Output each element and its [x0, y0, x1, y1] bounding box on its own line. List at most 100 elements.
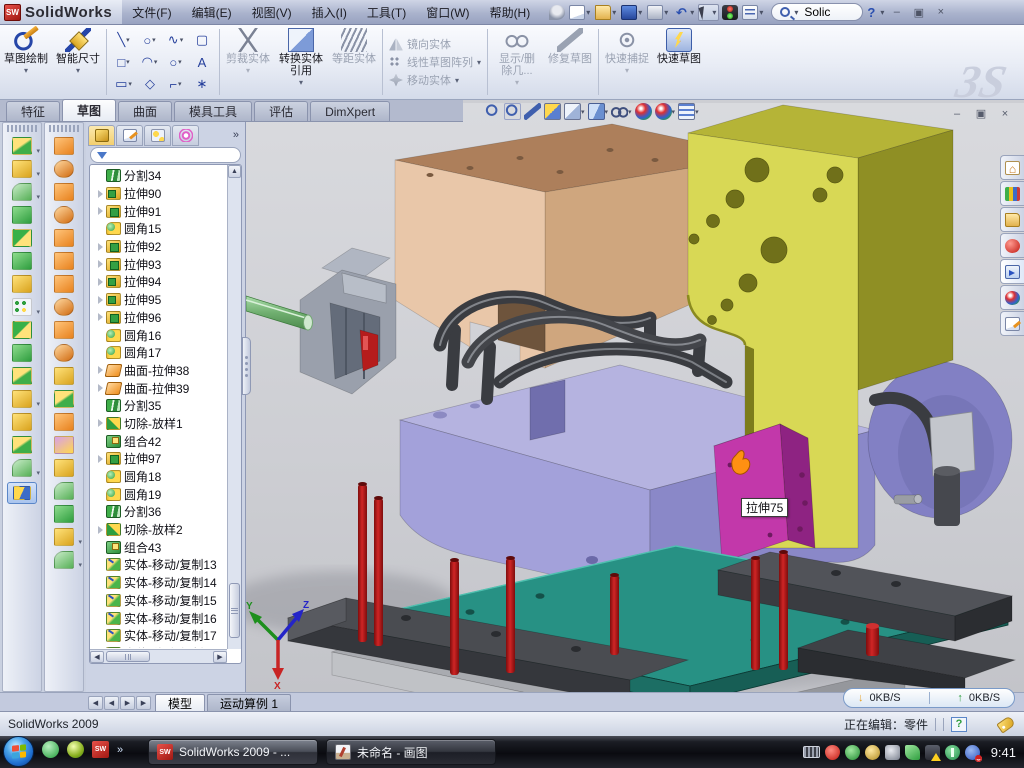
doc-restore-button[interactable]: ▣ [972, 106, 990, 121]
tree-item[interactable]: 组合43 [90, 538, 227, 556]
tree-item[interactable]: 实体-移动/复制15 [90, 592, 227, 610]
smart-dimension-dropdown-icon[interactable]: ▾ [76, 66, 80, 75]
expand-arrow-icon[interactable] [98, 260, 103, 268]
tab-nav-button-0[interactable]: ◀ [88, 696, 103, 710]
tree-item[interactable]: 拉伸97 [90, 450, 227, 468]
hide-show-items-dropdown-icon[interactable]: ▾ [628, 108, 632, 116]
tree-item[interactable]: 曲面-拉伸38 [90, 362, 227, 380]
circle-tool-dropdown-icon[interactable]: ▾ [152, 36, 156, 44]
spline-tool-button[interactable]: ∿▾ [163, 29, 189, 51]
tree-filter-input[interactable] [90, 147, 241, 163]
expand-arrow-icon[interactable] [98, 526, 103, 534]
undo-button[interactable]: ↶▾ [672, 4, 696, 21]
core-button[interactable] [45, 502, 83, 525]
smart-dimension-button[interactable]: 智能尺寸 ▾ [52, 25, 104, 99]
apply-scene-dropdown-icon[interactable]: ▾ [672, 108, 676, 116]
select-cursor-button[interactable]: ▾ [698, 4, 719, 21]
reference-plane-button[interactable] [3, 410, 41, 433]
toolbar-drag-handle[interactable] [7, 125, 37, 132]
move-copy-body-button[interactable] [3, 364, 41, 387]
polygon-tool-button[interactable]: ◇ [137, 73, 163, 95]
ellipse-tool-dropdown-icon[interactable]: ▾ [178, 58, 182, 66]
save-button[interactable]: ▾ [620, 4, 644, 21]
solidworks-quicklaunch-icon[interactable]: SW [92, 741, 109, 758]
taskbar-task-button[interactable]: 未命名 - 画图 [326, 739, 496, 765]
model-3d-canvas[interactable]: Y Z X [246, 103, 1024, 692]
help-dropdown-icon[interactable]: ▾ [880, 8, 884, 17]
tree-item[interactable]: 实体-移动/复制17 [90, 627, 227, 645]
panel-splitter-handle[interactable] [242, 337, 251, 395]
tooling-split-button[interactable] [45, 479, 83, 502]
tab-曲面[interactable]: 曲面 [118, 101, 172, 121]
tree-item[interactable]: 拉伸96 [90, 309, 227, 327]
linear-pattern-button[interactable]: ▾ [3, 295, 41, 318]
expand-arrow-icon[interactable] [98, 278, 103, 286]
display-style-dropdown-icon[interactable]: ▾ [581, 108, 585, 116]
doc-minimize-button[interactable]: – [948, 106, 966, 121]
helix-curve-dropdown-icon[interactable]: ▾ [36, 469, 40, 477]
taskbar-clock[interactable]: 9:41 [991, 745, 1016, 760]
doc-tab-motion-study[interactable]: 运动算例 1 [207, 694, 291, 711]
menu-item[interactable]: 编辑(E) [182, 0, 242, 24]
featuremanager-tab[interactable] [88, 125, 115, 146]
expand-arrow-icon[interactable] [98, 190, 103, 198]
slot-tool-button[interactable]: ▭▾ [111, 73, 137, 95]
lofted-boss-button[interactable] [3, 226, 41, 249]
appearances-scenes-tab[interactable] [1000, 285, 1024, 310]
expand-arrow-icon[interactable] [98, 313, 103, 321]
helix-curve-button[interactable]: ▾ [3, 456, 41, 479]
zoom-area-button[interactable] [504, 103, 521, 120]
instant3d-button[interactable] [7, 482, 37, 504]
slot-tool-dropdown-icon[interactable]: ▾ [128, 80, 132, 88]
tree-item[interactable]: 拉伸90 [90, 185, 227, 203]
line-tool-dropdown-icon[interactable]: ▾ [126, 36, 130, 44]
tag-icon[interactable] [996, 715, 1015, 733]
file-explorer-tab[interactable] [1000, 207, 1024, 232]
start-button[interactable] [3, 736, 34, 767]
mold-spline-button[interactable]: ▾ [45, 548, 83, 571]
horizontal-scroll-thumb[interactable] [106, 651, 150, 662]
tab-DimXpert[interactable]: DimXpert [310, 101, 390, 121]
spline-tool-dropdown-icon[interactable]: ▾ [180, 36, 184, 44]
slide-block-part[interactable] [714, 424, 815, 562]
tree-item[interactable]: 分割34 [90, 167, 227, 185]
planar-surface-button[interactable] [45, 134, 83, 157]
sketch-button[interactable]: 草图绘制 ▾ [0, 25, 52, 99]
sketch-dropdown-icon[interactable]: ▾ [24, 66, 28, 75]
vpn-tray-icon[interactable] [905, 745, 920, 760]
scroll-left-button[interactable]: ◀ [90, 651, 104, 663]
tree-item[interactable]: 圆角17 [90, 344, 227, 362]
section-view-button[interactable] [544, 103, 561, 120]
revolved-surface-button[interactable] [45, 157, 83, 180]
tab-评估[interactable]: 评估 [254, 101, 308, 121]
new-file-button[interactable]: ▾ [568, 4, 592, 21]
panel-overflow-chevron[interactable]: » [229, 129, 243, 141]
tree-item[interactable]: 圆角16 [90, 326, 227, 344]
update-tray-icon[interactable] [865, 745, 880, 760]
security-center-tray-icon[interactable] [945, 745, 960, 760]
tree-item[interactable]: 拉伸91 [90, 202, 227, 220]
zoom-fit-button[interactable] [484, 103, 501, 120]
tree-item[interactable]: 组合42 [90, 432, 227, 450]
design-library-tab[interactable] [1000, 181, 1024, 206]
propertymanager-tab[interactable] [116, 125, 143, 146]
pin-button[interactable] [548, 4, 566, 21]
menu-item[interactable]: 插入(I) [302, 0, 357, 24]
view-settings-button[interactable]: ▾ [678, 103, 699, 120]
feature-wizard-button[interactable]: ▾ [3, 387, 41, 410]
parting-line-button[interactable] [45, 410, 83, 433]
mold-wizard-dropdown-icon[interactable]: ▾ [78, 538, 82, 546]
extruded-cut-dropdown-icon[interactable]: ▾ [36, 170, 40, 178]
status-help-button[interactable]: ? [951, 717, 967, 732]
displaymanager-tab[interactable] [172, 125, 199, 146]
options-dropdown-icon[interactable]: ▾ [759, 8, 763, 17]
tab-模具工具[interactable]: 模具工具 [174, 101, 252, 121]
doc-tab-model[interactable]: 模型 [155, 694, 205, 711]
undo-dropdown-icon[interactable]: ▾ [690, 8, 694, 17]
scroll-up-button[interactable]: ▲ [228, 165, 241, 178]
keyboard-layout-icon[interactable] [803, 746, 820, 758]
swept-surface-button[interactable] [45, 180, 83, 203]
tree-vertical-scrollbar[interactable]: ▲ [227, 165, 241, 649]
expand-arrow-icon[interactable] [98, 207, 103, 215]
solidworks-resources-tab[interactable]: ⌂ [1000, 155, 1024, 180]
